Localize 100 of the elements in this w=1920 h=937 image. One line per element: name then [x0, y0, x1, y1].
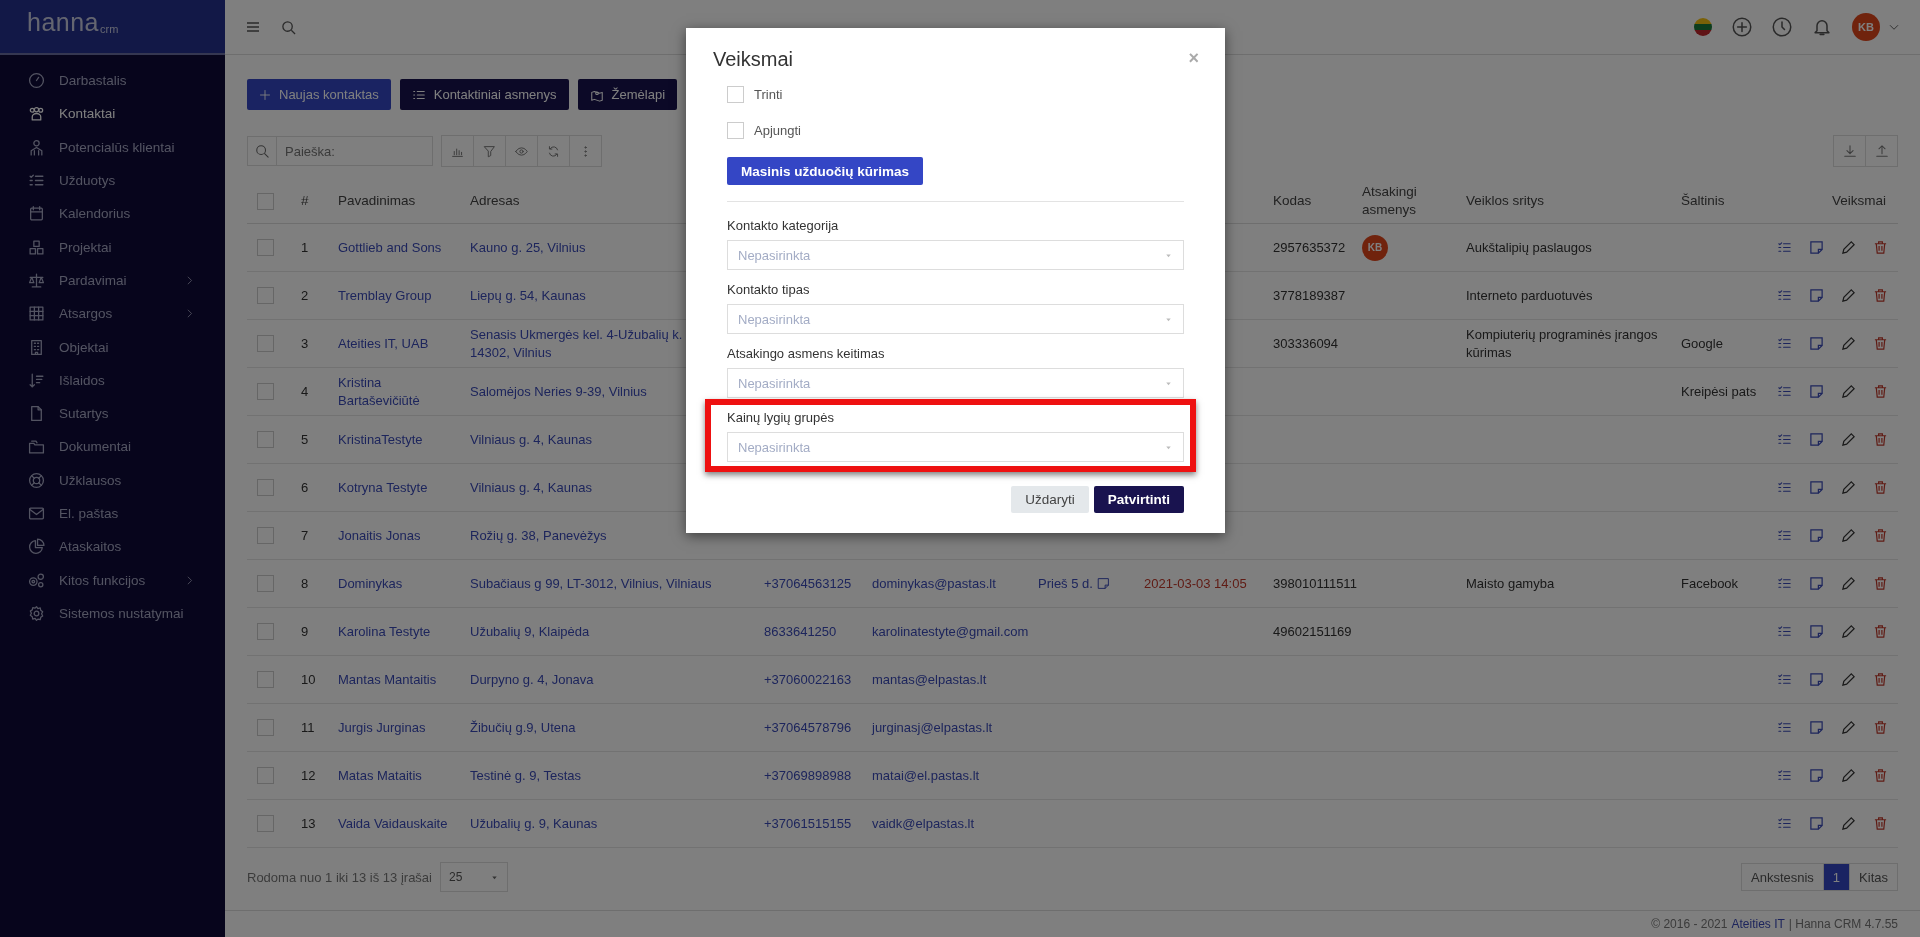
- note-icon[interactable]: [1809, 480, 1824, 496]
- sidebar-item[interactable]: Objektai: [0, 330, 225, 364]
- user-avatar[interactable]: KB: [1852, 13, 1880, 41]
- column-header[interactable]: Šaltinis: [1677, 188, 1766, 215]
- sidebar-item[interactable]: Darbastalis: [0, 64, 225, 98]
- note-icon[interactable]: [1809, 288, 1824, 304]
- pencil-icon[interactable]: [1841, 288, 1856, 304]
- sidebar-item[interactable]: Išlaidos: [0, 363, 225, 397]
- search-field[interactable]: Paieška:: [277, 136, 433, 166]
- row-checkbox[interactable]: [257, 335, 274, 353]
- page-size-select[interactable]: 25: [440, 862, 508, 893]
- column-header[interactable]: Veiklos sritys: [1462, 188, 1677, 215]
- row-checkbox[interactable]: [257, 623, 274, 641]
- sidebar-item[interactable]: Dokumentai: [0, 430, 225, 464]
- sidebar-item[interactable]: Užklausos: [0, 463, 225, 497]
- pencil-icon[interactable]: [1841, 480, 1856, 496]
- trash-icon[interactable]: [1873, 816, 1888, 832]
- pencil-icon[interactable]: [1841, 384, 1856, 400]
- contact-name-link[interactable]: Mantas Mantaitis: [334, 667, 466, 693]
- sidebar-item[interactable]: Užduotys: [0, 163, 225, 198]
- select-field[interactable]: Nepasirinkta: [727, 240, 1184, 270]
- sidebar-item[interactable]: Sistemos nustatymai: [0, 596, 225, 631]
- contact-name-link[interactable]: Jurgis Jurginas: [334, 715, 466, 741]
- contact-name-link[interactable]: Vaida Vaidauskaite: [334, 811, 466, 837]
- select-field[interactable]: Nepasirinkta: [727, 432, 1184, 462]
- bulk-task-button[interactable]: Masinis užduočių kūrimas: [727, 157, 924, 185]
- sidebar-item[interactable]: Kalendorius: [0, 197, 225, 231]
- phone-link[interactable]: +37064578796: [764, 720, 852, 736]
- email-link[interactable]: karolinatestyte@gmail.com: [872, 624, 1029, 640]
- column-header[interactable]: #: [297, 188, 334, 215]
- pencil-icon[interactable]: [1841, 432, 1856, 448]
- row-checkbox[interactable]: [257, 431, 274, 449]
- row-checkbox[interactable]: [257, 767, 274, 785]
- company-link[interactable]: Ateities IT: [1731, 917, 1785, 931]
- sidebar-item[interactable]: Potencialūs klientai: [0, 130, 225, 164]
- row-checkbox[interactable]: [257, 479, 274, 497]
- contact-name-link[interactable]: Ateities IT, UAB: [334, 331, 466, 357]
- email-link[interactable]: matai@el.pastas.lt: [872, 768, 980, 784]
- phone-link[interactable]: +37061515155: [764, 816, 852, 832]
- row-checkbox[interactable]: [257, 815, 274, 833]
- new-contact-button[interactable]: Naujas kontaktas: [247, 79, 391, 110]
- sidebar-item[interactable]: Ataskaitos: [0, 530, 225, 564]
- note-icon[interactable]: [1809, 624, 1824, 640]
- flag-icon[interactable]: [1694, 18, 1712, 36]
- checkbox[interactable]: [727, 121, 744, 139]
- trash-icon[interactable]: [1873, 480, 1888, 496]
- select-field[interactable]: Nepasirinkta: [727, 304, 1184, 334]
- pencil-icon[interactable]: [1841, 672, 1856, 688]
- phone-link[interactable]: +37069898988: [764, 768, 852, 784]
- user-avatar[interactable]: KB: [1362, 234, 1388, 261]
- email-link[interactable]: mantas@elpastas.lt: [872, 672, 987, 688]
- contact-persons-button[interactable]: Kontaktiniai asmenys: [399, 79, 569, 110]
- pencil-icon[interactable]: [1841, 576, 1856, 592]
- pencil-icon[interactable]: [1841, 720, 1856, 736]
- column-header[interactable]: Atsakingi asmenys: [1358, 179, 1462, 224]
- pencil-icon[interactable]: [1841, 336, 1856, 352]
- search-icon[interactable]: [281, 19, 296, 35]
- sidebar-item[interactable]: Pardavimai: [0, 263, 225, 298]
- sidebar-item[interactable]: Projektai: [0, 230, 225, 264]
- row-checkbox[interactable]: [257, 671, 274, 689]
- contact-name-link[interactable]: Kotryna Testyte: [334, 475, 466, 501]
- trash-icon[interactable]: [1873, 336, 1888, 352]
- trash-icon[interactable]: [1873, 768, 1888, 784]
- map-button[interactable]: Žemėlapi: [577, 79, 678, 110]
- contact-name-link[interactable]: Karolina Testyte: [334, 619, 466, 645]
- pencil-icon[interactable]: [1841, 816, 1856, 832]
- note-icon[interactable]: [1809, 672, 1824, 688]
- note-icon[interactable]: [1809, 816, 1824, 832]
- trash-icon[interactable]: [1873, 624, 1888, 640]
- menu-icon[interactable]: [245, 19, 261, 35]
- contact-name-link[interactable]: Matas Mataitis: [334, 763, 466, 789]
- sidebar-item[interactable]: Kontaktai: [0, 97, 225, 131]
- column-header[interactable]: Veiksmai: [1766, 188, 1898, 215]
- phone-link[interactable]: +37064563125: [764, 576, 852, 592]
- contact-name-link[interactable]: Dominykas: [334, 571, 466, 597]
- page-button[interactable]: 1: [1823, 864, 1851, 891]
- row-checkbox[interactable]: [257, 719, 274, 737]
- close-button[interactable]: ×: [1188, 48, 1199, 69]
- phone-link[interactable]: 8633641250: [764, 624, 837, 640]
- note-icon[interactable]: [1809, 336, 1824, 352]
- contact-name-link[interactable]: KristinaTestyte: [334, 427, 466, 453]
- note-icon[interactable]: [1809, 528, 1824, 544]
- note-icon[interactable]: [1809, 720, 1824, 736]
- contact-name-link[interactable]: Jonaitis Jonas: [334, 523, 466, 549]
- select-all-checkbox[interactable]: [257, 192, 274, 210]
- trash-icon[interactable]: [1873, 576, 1888, 592]
- row-checkbox[interactable]: [257, 527, 274, 545]
- row-checkbox[interactable]: [257, 239, 274, 257]
- trash-icon[interactable]: [1873, 720, 1888, 736]
- email-link[interactable]: vaidk@elpastas.lt: [872, 816, 975, 832]
- note-icon[interactable]: [1809, 432, 1824, 448]
- phone-link[interactable]: +37060022163: [764, 672, 852, 688]
- contact-name-link[interactable]: Kristina Bartaševičiūtė: [334, 370, 466, 414]
- trash-icon[interactable]: [1873, 240, 1888, 256]
- sidebar-item[interactable]: Sutartys: [0, 396, 225, 431]
- note-icon[interactable]: [1809, 240, 1824, 256]
- contact-name-link[interactable]: Gottlieb and Sons: [334, 235, 466, 261]
- pencil-icon[interactable]: [1841, 528, 1856, 544]
- trash-icon[interactable]: [1873, 288, 1888, 304]
- pencil-icon[interactable]: [1841, 624, 1856, 640]
